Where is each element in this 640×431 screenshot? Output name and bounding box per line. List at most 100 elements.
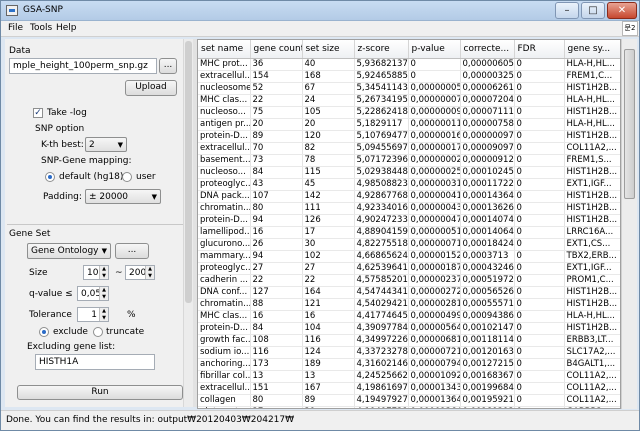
table-cell: 0,00014074 [460, 214, 515, 227]
table-cell: 4,19861697 [354, 382, 409, 395]
table-cell: 0 [514, 202, 565, 215]
table-row[interactable]: MHC prot... 36 40 5,93682137 0 0,00000605 0 HLA… [198, 58, 620, 71]
table-cell: 0 [514, 382, 565, 395]
mapping-user-radio[interactable] [122, 172, 132, 182]
close-button[interactable]: ✕ [607, 2, 637, 19]
table-cell: 0 [514, 238, 565, 251]
table-row[interactable]: sodium io... 116 124 4,33723278 0,00000721 0,… [198, 346, 620, 359]
column-header[interactable]: FDR [514, 40, 565, 59]
table-cell: 0,00000071 [408, 238, 461, 251]
padding-select[interactable]: ± 20000 ▼ [85, 189, 161, 204]
table-row[interactable]: lamellipod... 16 17 4,88904159 0,00000051 0,0… [198, 226, 620, 239]
table-cell: 127 [250, 286, 303, 299]
kth-best-select[interactable]: 2 ▼ [85, 137, 127, 152]
table-cell: 0,00000005 [408, 82, 461, 95]
column-header[interactable]: correcte... [460, 40, 515, 59]
title-bar[interactable]: GSA-SNP – □ ✕ [1, 1, 639, 21]
size-max-spinner[interactable]: 200 ▲ ▼ [125, 265, 155, 280]
table-cell: 0,00013626 [460, 202, 515, 215]
size-min-spinner[interactable]: 10 ▲ ▼ [83, 265, 109, 280]
data-file-input[interactable]: mple_height_100perm_snp.gz [9, 58, 157, 74]
table-row[interactable]: nucleoso... 84 115 5,02938448 0,00000025 0,00… [198, 166, 620, 179]
column-header[interactable]: set name [198, 40, 251, 59]
table-row[interactable]: collagen 80 89 4,19497927 0,00001364 0,001959… [198, 394, 620, 407]
table-row[interactable]: extracellul... 70 82 5,09455697 0,00000017 0,… [198, 142, 620, 155]
table-cell: mammary... [198, 250, 251, 263]
table-row[interactable]: MHC clas... 22 24 5,26734195 0,00000007 0,000… [198, 94, 620, 107]
table-row[interactable]: proteoglyc... 27 27 4,62539641 0,00000187 0,0… [198, 262, 620, 275]
menu-file[interactable]: File [8, 23, 23, 33]
table-cell: 0 [514, 334, 565, 347]
table-cell: 116 [250, 346, 303, 359]
table-scrollbar[interactable] [621, 39, 637, 409]
table-cell: 0,00000912 [460, 154, 515, 167]
table-row[interactable]: fibrillar col... 13 13 4,24525662 0,00001092… [198, 370, 620, 383]
data-browse-button[interactable]: ... [159, 58, 177, 74]
table-row[interactable]: protein-D... 94 126 4,90247233 0,00000047 0,0… [198, 214, 620, 227]
table-row[interactable]: DNA pack... 107 142 4,92867768 0,00000041 0,0… [198, 190, 620, 203]
maximize-button[interactable]: □ [581, 2, 605, 19]
run-button[interactable]: Run [17, 385, 183, 400]
table-cell: 0 [514, 214, 565, 227]
table-cell: 4,33723278 [354, 346, 409, 359]
table-row[interactable]: protein-D... 84 104 4,39097784 0,00000564 0,0… [198, 322, 620, 335]
column-header[interactable]: gene sy... [564, 40, 620, 59]
gene-set-browse-button[interactable]: ... [115, 243, 149, 259]
table-cell: 0 [514, 58, 565, 71]
table-row[interactable]: proteoglyc... 43 45 4,98508823 0,00000031 0,0… [198, 178, 620, 191]
excluding-gene-list-input[interactable]: HISTH1A [35, 354, 155, 370]
table-cell: DNA conf... [198, 286, 251, 299]
table-cell: 0,00000681 [408, 334, 461, 347]
gene-set-source-select[interactable]: Gene Ontology ▼ [27, 243, 111, 259]
table-row[interactable]: extracellul... 154 168 5,92465885 0 0,0000032… [198, 70, 620, 83]
table-row[interactable]: protein-D... 89 120 5,10769477 0,00000016 0,0… [198, 130, 620, 143]
table-cell: HLA-H,HL... [564, 94, 620, 107]
size-label: Size [29, 268, 48, 278]
table-row[interactable]: anchoring... 173 189 4,31602146 0,00000794 0,… [198, 358, 620, 371]
qvalue-spinner[interactable]: 0,05 ▲ ▼ [77, 286, 109, 301]
table-cell: HLA-H,HL... [564, 58, 620, 71]
mapping-default-label: default (hg18) [59, 172, 124, 182]
column-header[interactable]: gene count [250, 40, 303, 59]
table-row[interactable]: cadherin ... 22 22 4,57585201 0,00000237 0,00… [198, 274, 620, 287]
table-row[interactable]: DNA conf... 127 164 4,54744341 0,00000272 0,0… [198, 286, 620, 299]
table-row[interactable]: nucleoso... 75 105 5,22862418 0,00000009 0,00… [198, 106, 620, 119]
table-cell: antigen pr... [198, 118, 251, 131]
spinner-arrows-icon[interactable]: ▲ ▼ [145, 266, 154, 279]
menu-tools[interactable]: Tools [30, 23, 52, 33]
spinner-arrows-icon[interactable]: ▲ ▼ [99, 287, 108, 300]
table-row[interactable]: glucurono... 26 30 4,82275518 0,00000071 0,00… [198, 238, 620, 251]
ime-indicator[interactable]: 문2 [622, 21, 638, 36]
table-cell: 107 [250, 190, 303, 203]
column-header[interactable]: p-value [408, 40, 461, 59]
table-row[interactable]: glutamate ...27294,194977210,000013640,0… [198, 406, 620, 408]
menu-help[interactable]: Help [56, 23, 77, 33]
tolerance-spinner[interactable]: 1 ▲ ▼ [77, 307, 109, 322]
table-cell: 4,57585201 [354, 274, 409, 287]
control-panel-scrollbar[interactable] [183, 39, 193, 407]
chevron-down-icon: ▼ [101, 247, 107, 255]
truncate-radio[interactable] [93, 327, 103, 337]
spinner-arrows-icon[interactable]: ▲ ▼ [99, 266, 108, 279]
control-panel-scroll-thumb[interactable] [185, 41, 192, 303]
table-row[interactable]: chromatin... 80 111 4,92334016 0,00000043 0,0… [198, 202, 620, 215]
table-row[interactable]: growth fac... 108 116 4,34997226 0,00000681 0… [198, 334, 620, 347]
minimize-button[interactable]: – [555, 2, 579, 19]
table-row[interactable]: nucleosome 52 67 5,34541143 0,00000005 0,0000… [198, 82, 620, 95]
table-row[interactable]: basement... 73 78 5,07172396 0,00000002 0,000… [198, 154, 620, 167]
table-row[interactable]: antigen pr... 20 20 5,1829117 0,00000011 0,00… [198, 118, 620, 131]
table-cell: EXT1,CS... [564, 238, 620, 251]
column-header[interactable]: z-score [354, 40, 409, 59]
take-log-checkbox[interactable]: ✓ [33, 108, 43, 118]
table-scroll-thumb[interactable] [624, 49, 635, 199]
table-row[interactable]: mammary... 94 102 4,66865624 0,00000152 0,000… [198, 250, 620, 263]
upload-button[interactable]: Upload [125, 80, 177, 96]
table-row[interactable]: MHC clas... 16 16 4,41774645 0,00000499 0,000… [198, 310, 620, 323]
spinner-arrows-icon[interactable]: ▲ ▼ [99, 308, 108, 321]
column-header[interactable]: set size [302, 40, 355, 59]
table-row[interactable]: chromatin... 88 121 4,54029421 0,00000281 0,0… [198, 298, 620, 311]
table-cell: 0 [514, 82, 565, 95]
mapping-default-radio[interactable] [45, 172, 55, 182]
table-row[interactable]: extracellul... 151 167 4,19861697 0,00001343… [198, 382, 620, 395]
exclude-radio[interactable] [39, 327, 49, 337]
